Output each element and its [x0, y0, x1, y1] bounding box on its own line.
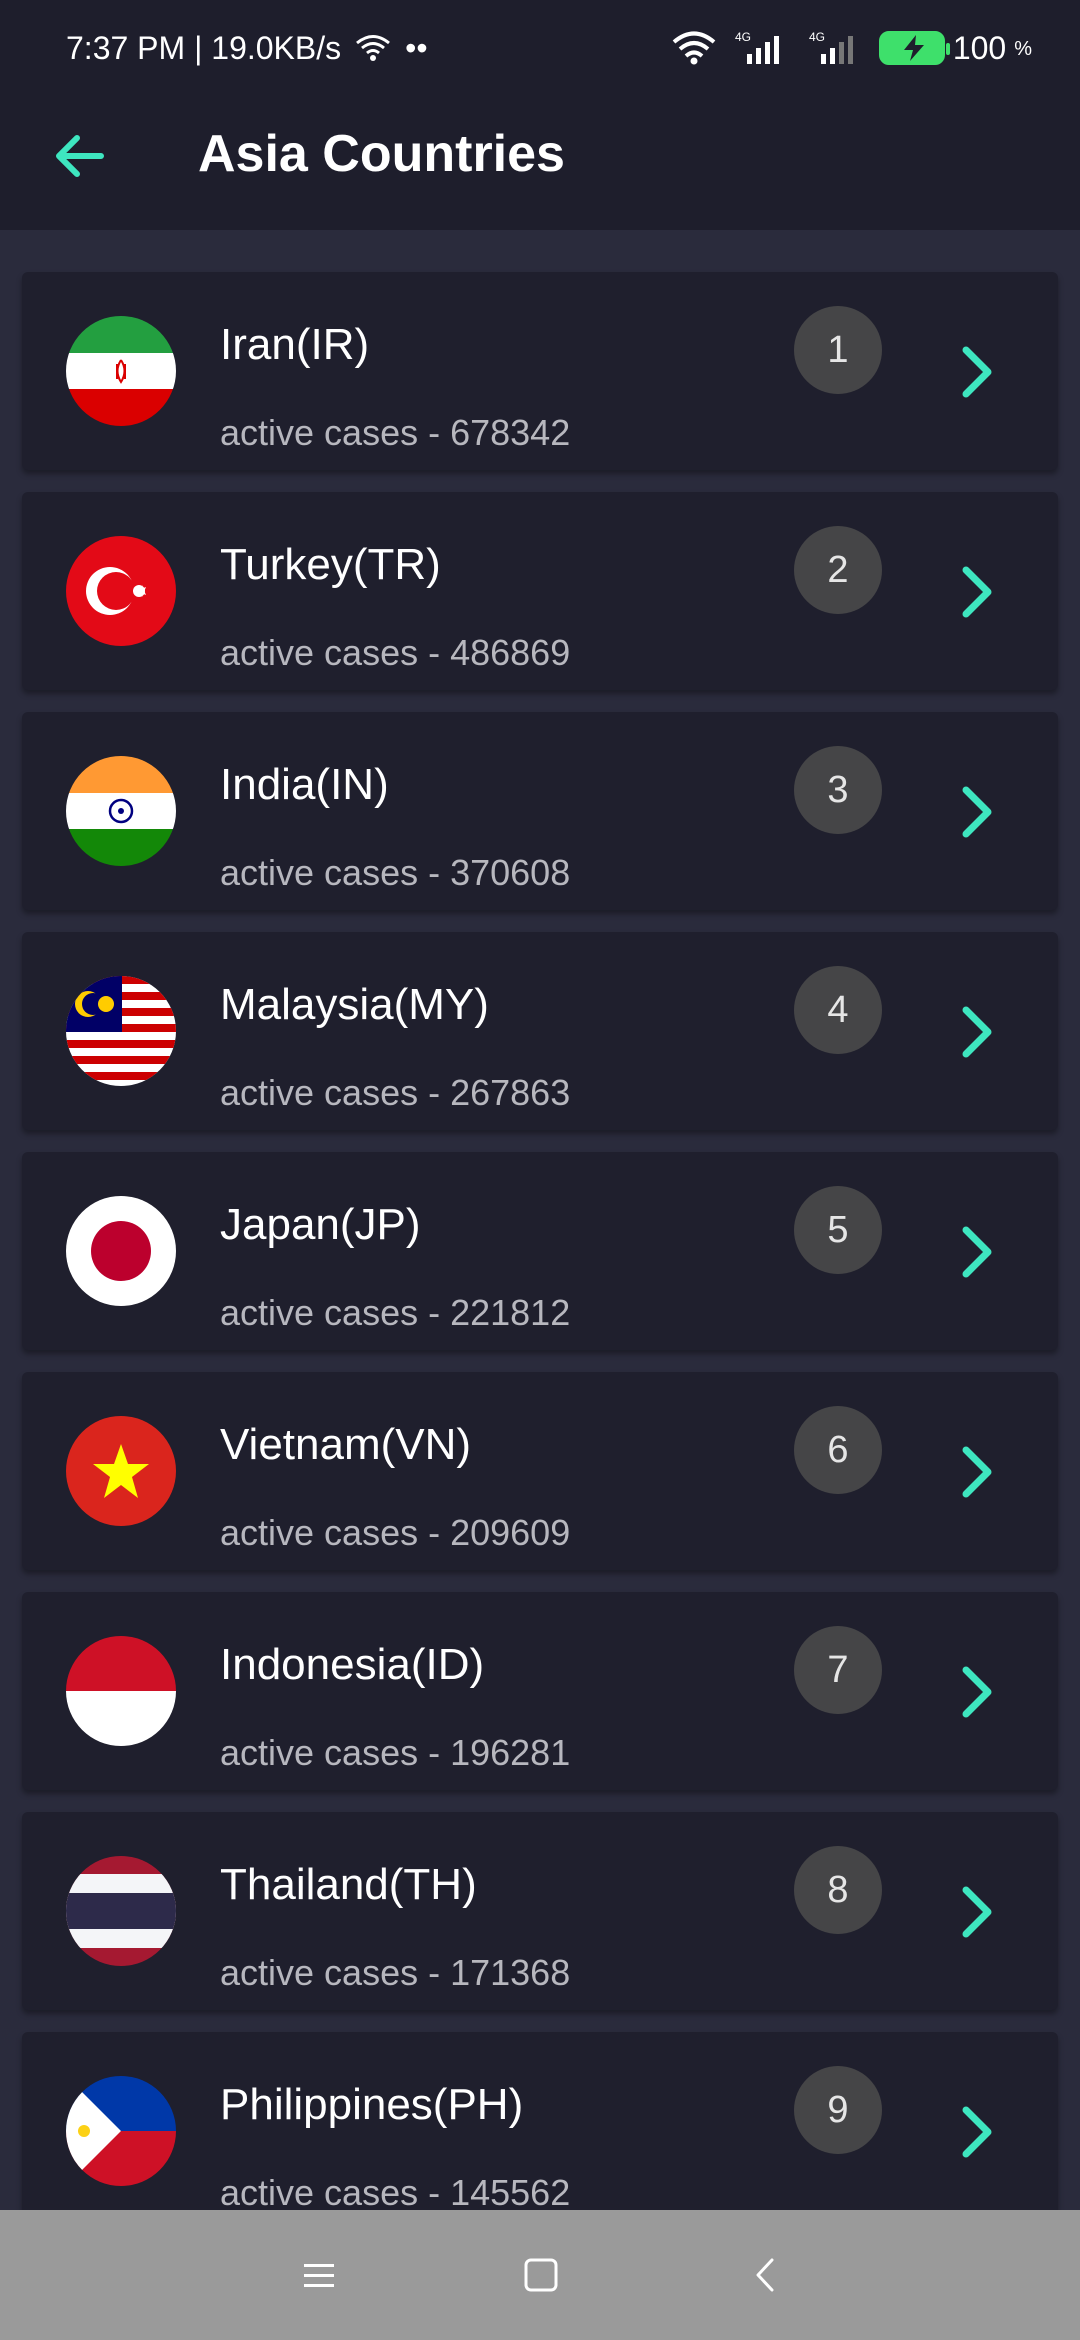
active-cases: active cases - 678342 [220, 412, 571, 453]
chevron-right-icon[interactable] [952, 342, 1002, 402]
status-time-speed: 7:37 PM | 19.0KB/s [66, 29, 342, 66]
country-card[interactable]: Japan(JP) active cases - 221812 5 [22, 1152, 1058, 1350]
menu-button[interactable] [296, 2252, 342, 2298]
active-cases: active cases - 196281 [220, 1732, 571, 1773]
battery-indicator: 100 % [878, 29, 1032, 67]
chevron-right-icon[interactable] [952, 1442, 1002, 1502]
country-card[interactable]: Indonesia(ID) active cases - 196281 7 [22, 1592, 1058, 1790]
chevron-right-icon[interactable] [952, 1222, 1002, 1282]
chevron-right-icon[interactable] [952, 1002, 1002, 1062]
country-card[interactable]: Malaysia(MY) active cases - 267863 4 [22, 932, 1058, 1130]
india-flag-icon [66, 756, 176, 866]
battery-percent-sign: % [1014, 37, 1032, 60]
signal-2-icon: 4G [805, 30, 865, 66]
country-name: Philippines(PH) [220, 2080, 524, 2129]
net-label-1: 4G [735, 30, 751, 44]
country-card[interactable]: Turkey(TR) active cases - 486869 2 [22, 492, 1058, 690]
vietnam-flag-icon [66, 1416, 176, 1526]
country-card[interactable]: Philippines(PH) active cases - 145562 9 [22, 2032, 1058, 2230]
back-triangle-icon [756, 2258, 774, 2292]
page-title: Asia Countries [198, 125, 565, 183]
signal-1-icon: 4G [731, 30, 791, 66]
battery-icon [878, 31, 950, 65]
country-card[interactable]: Iran(IR) active cases - 678342 1 [22, 272, 1058, 470]
country-card[interactable]: Vietnam(VN) active cases - 209609 6 [22, 1372, 1058, 1570]
rank-badge: 7 [794, 1626, 882, 1714]
chevron-right-icon[interactable] [952, 2102, 1002, 2162]
system-nav-bar [0, 2210, 1080, 2340]
rank-badge: 3 [794, 746, 882, 834]
status-bar: 7:37 PM | 19.0KB/s •• 4G 4G 100 % [0, 0, 1080, 96]
arrow-left-icon [56, 135, 104, 177]
chevron-right-icon[interactable] [952, 562, 1002, 622]
country-name: Turkey(TR) [220, 540, 441, 589]
status-left: 7:37 PM | 19.0KB/s •• [66, 30, 428, 67]
turkey-flag-icon [66, 536, 176, 646]
rank-badge: 9 [794, 2066, 882, 2154]
battery-percent: 100 [952, 29, 1007, 66]
active-cases: active cases - 221812 [220, 1292, 571, 1333]
malaysia-flag-icon [66, 976, 176, 1086]
app-bar: Asia Countries [0, 96, 1080, 230]
wifi-small-icon [355, 34, 391, 62]
chevron-right-icon[interactable] [952, 782, 1002, 842]
chevron-right-icon[interactable] [952, 1882, 1002, 1942]
menu-icon [304, 2264, 334, 2287]
rank-badge: 5 [794, 1186, 882, 1274]
chevron-right-icon[interactable] [952, 1662, 1002, 1722]
home-square-icon [524, 2258, 558, 2292]
active-cases: active cases - 171368 [220, 1952, 571, 1993]
net-label-2: 4G [809, 30, 825, 44]
active-cases: active cases - 370608 [220, 852, 571, 893]
wifi-icon [671, 31, 717, 65]
rank-badge: 4 [794, 966, 882, 1054]
active-cases: active cases - 209609 [220, 1512, 571, 1553]
active-cases: active cases - 486869 [220, 632, 571, 673]
rank-badge: 8 [794, 1846, 882, 1934]
iran-flag-icon [66, 316, 176, 426]
status-dots: •• [405, 29, 428, 66]
nav-back-button[interactable] [744, 2252, 790, 2298]
thailand-flag-icon [66, 1856, 176, 1966]
country-card[interactable]: Thailand(TH) active cases - 171368 8 [22, 1812, 1058, 2010]
indonesia-flag-icon [66, 1636, 176, 1746]
active-cases: active cases - 267863 [220, 1072, 571, 1113]
japan-flag-icon [66, 1196, 176, 1306]
rank-badge: 6 [794, 1406, 882, 1494]
country-name: India(IN) [220, 760, 389, 809]
rank-badge: 1 [794, 306, 882, 394]
philippines-flag-icon [66, 2076, 176, 2186]
rank-badge: 2 [794, 526, 882, 614]
country-card[interactable]: India(IN) active cases - 370608 3 [22, 712, 1058, 910]
country-name: Indonesia(ID) [220, 1640, 485, 1689]
country-name: Iran(IR) [220, 320, 370, 369]
status-right: 4G 4G 100 % [671, 30, 1032, 67]
country-name: Thailand(TH) [220, 1860, 477, 1909]
country-name: Vietnam(VN) [220, 1420, 472, 1469]
home-button[interactable] [518, 2252, 564, 2298]
top-bar: 7:37 PM | 19.0KB/s •• 4G 4G 100 % Asia C… [0, 0, 1080, 230]
country-name: Japan(JP) [220, 1200, 421, 1249]
active-cases: active cases - 145562 [220, 2172, 571, 2213]
back-button[interactable] [50, 126, 110, 186]
country-name: Malaysia(MY) [220, 980, 489, 1029]
